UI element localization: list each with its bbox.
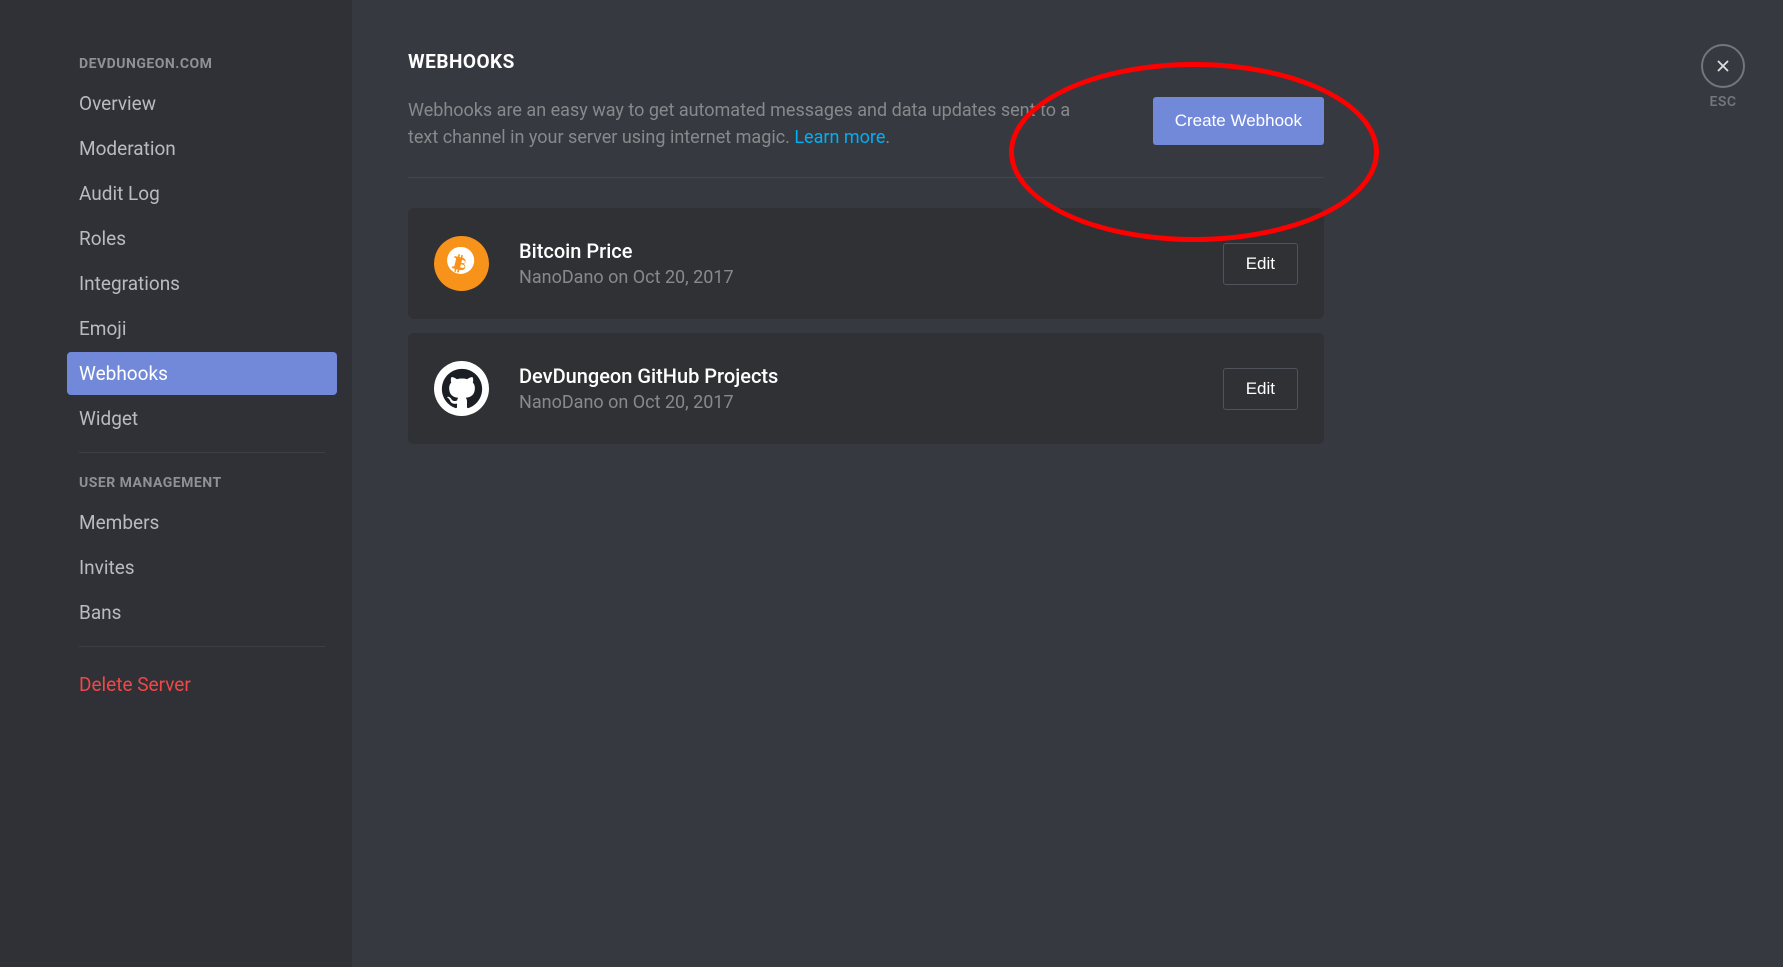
- sidebar-item-invites[interactable]: Invites: [67, 546, 337, 589]
- webhook-info: Bitcoin Price NanoDano on Oct 20, 2017: [519, 239, 1223, 288]
- page-title: WEBHOOKS: [408, 50, 1324, 73]
- sidebar-item-bans[interactable]: Bans: [67, 591, 337, 634]
- webhook-meta: NanoDano on Oct 20, 2017: [519, 392, 1223, 413]
- sidebar-item-members[interactable]: Members: [67, 501, 337, 544]
- learn-more-link[interactable]: Learn more: [794, 127, 885, 148]
- sidebar-item-widget[interactable]: Widget: [67, 397, 337, 440]
- close-icon: [1714, 57, 1732, 75]
- page-header-row: Webhooks are an easy way to get automate…: [408, 97, 1324, 178]
- description-text: Webhooks are an easy way to get automate…: [408, 100, 1070, 148]
- sidebar-item-overview[interactable]: Overview: [67, 82, 337, 125]
- sidebar-item-delete-server[interactable]: Delete Server: [67, 663, 337, 706]
- sidebar-item-integrations[interactable]: Integrations: [67, 262, 337, 305]
- description-suffix: .: [885, 127, 890, 148]
- webhook-card: Bitcoin Price NanoDano on Oct 20, 2017 E…: [408, 208, 1324, 319]
- create-webhook-button[interactable]: Create Webhook: [1153, 97, 1324, 145]
- page-description: Webhooks are an easy way to get automate…: [408, 97, 1088, 151]
- sidebar-item-roles[interactable]: Roles: [67, 217, 337, 260]
- github-icon: [434, 361, 489, 416]
- sidebar-item-moderation[interactable]: Moderation: [67, 127, 337, 170]
- sidebar-divider: [79, 646, 325, 647]
- sidebar-item-emoji[interactable]: Emoji: [67, 307, 337, 350]
- close-label: ESC: [1709, 94, 1736, 110]
- main-content: ESC WEBHOOKS Webhooks are an easy way to…: [352, 0, 1783, 967]
- settings-sidebar: DEVDUNGEON.COM Overview Moderation Audit…: [0, 0, 352, 967]
- close-container: ESC: [1701, 44, 1745, 110]
- webhook-list: Bitcoin Price NanoDano on Oct 20, 2017 E…: [408, 208, 1324, 444]
- sidebar-section-header-user-management: USER MANAGEMENT: [67, 469, 337, 497]
- sidebar-item-webhooks[interactable]: Webhooks: [67, 352, 337, 395]
- webhook-meta: NanoDano on Oct 20, 2017: [519, 267, 1223, 288]
- close-button[interactable]: [1701, 44, 1745, 88]
- sidebar-item-audit-log[interactable]: Audit Log: [67, 172, 337, 215]
- webhook-info: DevDungeon GitHub Projects NanoDano on O…: [519, 364, 1223, 413]
- webhook-card: DevDungeon GitHub Projects NanoDano on O…: [408, 333, 1324, 444]
- webhook-name: Bitcoin Price: [519, 239, 1223, 263]
- sidebar-section-header-server: DEVDUNGEON.COM: [67, 50, 337, 78]
- sidebar-divider: [79, 452, 325, 453]
- bitcoin-icon: [434, 236, 489, 291]
- webhook-name: DevDungeon GitHub Projects: [519, 364, 1223, 388]
- edit-webhook-button[interactable]: Edit: [1223, 368, 1298, 410]
- edit-webhook-button[interactable]: Edit: [1223, 243, 1298, 285]
